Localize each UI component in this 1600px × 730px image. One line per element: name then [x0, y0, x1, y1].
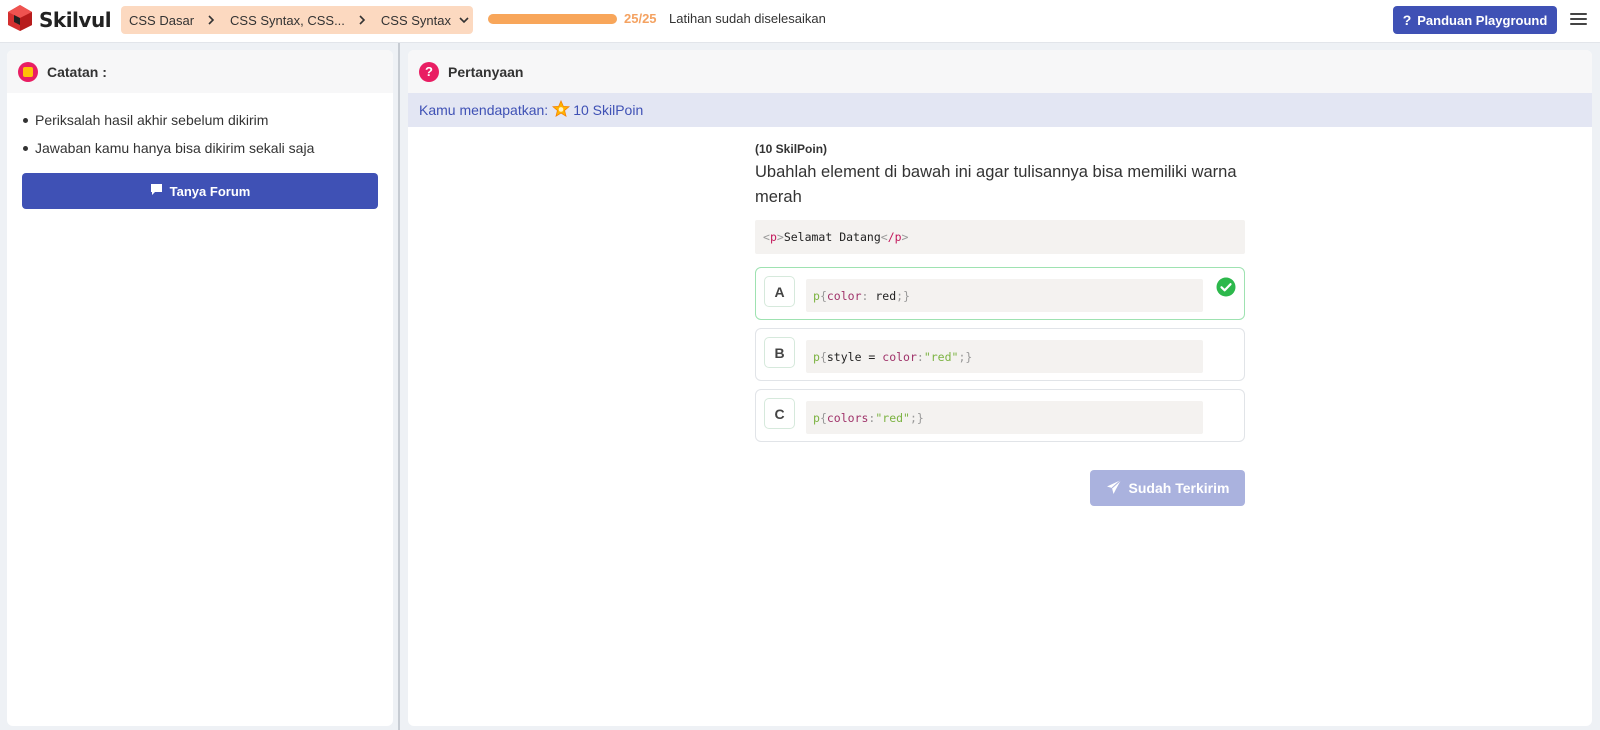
notes-panel: Catatan : Periksalah hasil akhir sebelum… — [7, 50, 393, 726]
list-item: Periksalah hasil akhir sebelum dikirim — [23, 111, 393, 129]
ask-forum-label: Tanya Forum — [169, 183, 251, 199]
breadcrumb-chapter[interactable]: CSS Syntax, CSS... — [230, 13, 345, 28]
progress-bar — [488, 14, 617, 24]
brand-name: Skilvul — [39, 8, 112, 32]
chat-bubble-icon — [150, 183, 170, 199]
question-header: ? Pertanyaan — [408, 50, 1592, 93]
panel-resize-handle[interactable] — [398, 43, 400, 730]
progress-count: 25/25 — [624, 11, 657, 26]
answer-option-b[interactable]: B p{style = color: "red";} — [755, 328, 1245, 381]
option-code: p{style = color: "red";} — [806, 340, 1203, 373]
question-code-snippet: < p > Selamat Datang </p > — [755, 220, 1245, 254]
question-panel: ? Pertanyaan Kamu mendapatkan: 10 SkilPo… — [408, 50, 1592, 726]
brand-logo[interactable]: Skilvul — [6, 4, 112, 37]
check-circle-icon — [1216, 277, 1236, 297]
question-mark-icon: ? — [1402, 12, 1412, 28]
hamburger-menu-icon[interactable] — [1570, 13, 1587, 27]
question-badge-icon: ? — [419, 61, 439, 82]
chevron-down-icon[interactable] — [459, 16, 469, 24]
answer-option-a[interactable]: A p{color: red;} — [755, 267, 1245, 320]
breadcrumb: CSS Dasar CSS Syntax, CSS... CSS Syntax — [121, 6, 473, 34]
option-code: p{color: red;} — [806, 279, 1203, 312]
notes-list: Periksalah hasil akhir sebelum dikirim J… — [7, 93, 393, 157]
paper-plane-icon — [1106, 479, 1129, 498]
skilvul-cube-logo-icon — [6, 4, 34, 37]
submitted-button[interactable]: Sudah Terkirim — [1090, 470, 1245, 506]
option-code: p{colors: "red";} — [806, 401, 1203, 434]
question-area: (10 SkilPoin) Ubahlah element di bawah i… — [755, 142, 1245, 442]
list-item: Jawaban kamu hanya bisa dikirim sekali s… — [23, 139, 393, 157]
question-panel-title: Pertanyaan — [448, 63, 524, 80]
chevron-right-icon — [358, 15, 366, 25]
option-letter: C — [764, 398, 795, 429]
option-letter: B — [764, 337, 795, 368]
star-icon — [548, 99, 573, 121]
code-close-tag: /p — [887, 230, 902, 244]
breadcrumb-course[interactable]: CSS Dasar — [129, 13, 194, 28]
playground-guide-button[interactable]: ? Panduan Playground — [1393, 6, 1557, 34]
question-points: (10 SkilPoin) — [755, 142, 828, 156]
progress-label: Latihan sudah diselesaikan — [669, 11, 826, 26]
notes-title: Catatan : — [47, 63, 107, 80]
reward-bar: Kamu mendapatkan: 10 SkilPoin — [408, 93, 1592, 127]
progress-bar-fill — [488, 14, 617, 24]
top-bar: Skilvul CSS Dasar CSS Syntax, CSS... CSS… — [0, 0, 1600, 43]
sticky-note-icon — [18, 61, 38, 82]
answer-option-c[interactable]: C p{colors: "red";} — [755, 389, 1245, 442]
notes-header: Catatan : — [7, 50, 393, 93]
question-text: Ubahlah element di bawah ini agar tulisa… — [755, 163, 1237, 206]
reward-value: 10 SkilPoin — [573, 102, 644, 118]
breadcrumb-lesson[interactable]: CSS Syntax — [381, 13, 451, 28]
option-letter: A — [764, 276, 795, 307]
ask-forum-button[interactable]: Tanya Forum — [22, 173, 378, 209]
code-open-tag: p — [769, 230, 777, 244]
playground-guide-label: Panduan Playground — [1417, 12, 1548, 28]
code-content: Selamat Datang — [783, 230, 881, 244]
reward-prefix: Kamu mendapatkan: — [419, 102, 549, 118]
chevron-right-icon — [207, 15, 215, 25]
submitted-label: Sudah Terkirim — [1128, 480, 1230, 496]
